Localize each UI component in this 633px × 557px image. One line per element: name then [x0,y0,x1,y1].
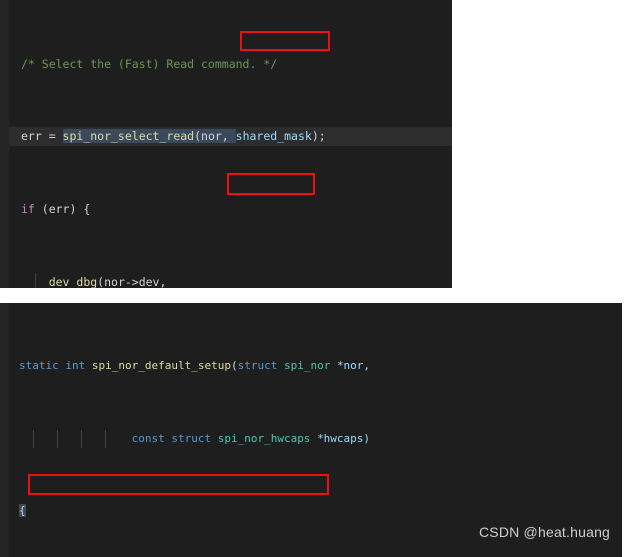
keyword-static: static [19,359,59,373]
keyword-const: const [131,431,165,445]
code-panel-bottom[interactable]: static int spi_nor_default_setup(struct … [0,303,622,557]
editor-gutter-bottom [0,303,9,557]
param-nor: *nor, [336,359,371,373]
code-line: static int spi_nor_default_setup(struct … [19,359,371,373]
token-arg-shared-mask: shared_mask [235,129,312,144]
code-line: { [9,502,622,520]
code-line: const struct spi_nor_hwcaps *hwcaps) [9,429,622,448]
token-fn-select-read: spi_nor_select_read [62,129,195,144]
code-content-bottom[interactable]: static int spi_nor_default_setup(struct … [9,303,622,557]
param-hwcaps: *hwcaps) [317,431,371,445]
code-line: /* Select the (Fast) Read command. */ [9,55,452,73]
code-line: if (err) { [9,200,452,218]
keyword-struct: struct [237,359,278,373]
token-err-assign: err = [21,129,63,144]
type-spi-nor: spi_nor [283,359,331,373]
editor-gutter-top [0,0,9,288]
token-if-cond: (err) { [34,202,91,217]
code-content-top[interactable]: /* Select the (Fast) Read command. */ er… [9,0,452,288]
keyword-struct-2: struct [171,431,212,445]
code-line: dev_dbg(nor->dev, [9,273,452,288]
token-brace-open: { [19,504,26,518]
token-args-open: (nor, [194,129,236,144]
token-fn-dev-dbg: dev_dbg [48,275,98,288]
keyword-int: int [65,359,86,373]
comment-select-read: /* Select the (Fast) Read command. */ [21,56,278,71]
code-panel-top[interactable]: /* Select the (Fast) Read command. */ er… [0,0,452,288]
code-line-highlighted: err = spi_nor_select_read(nor, shared_ma… [9,127,452,146]
token-args-close: ); [311,129,326,144]
token-fn-default-setup: spi_nor_default_setup [91,359,231,373]
type-spi-nor-hwcaps: spi_nor_hwcaps [217,431,311,445]
keyword-if: if [21,202,35,217]
token-dev-dbg-args: (nor->dev, [97,275,167,288]
csdn-watermark: CSDN @heat.huang [479,524,611,540]
